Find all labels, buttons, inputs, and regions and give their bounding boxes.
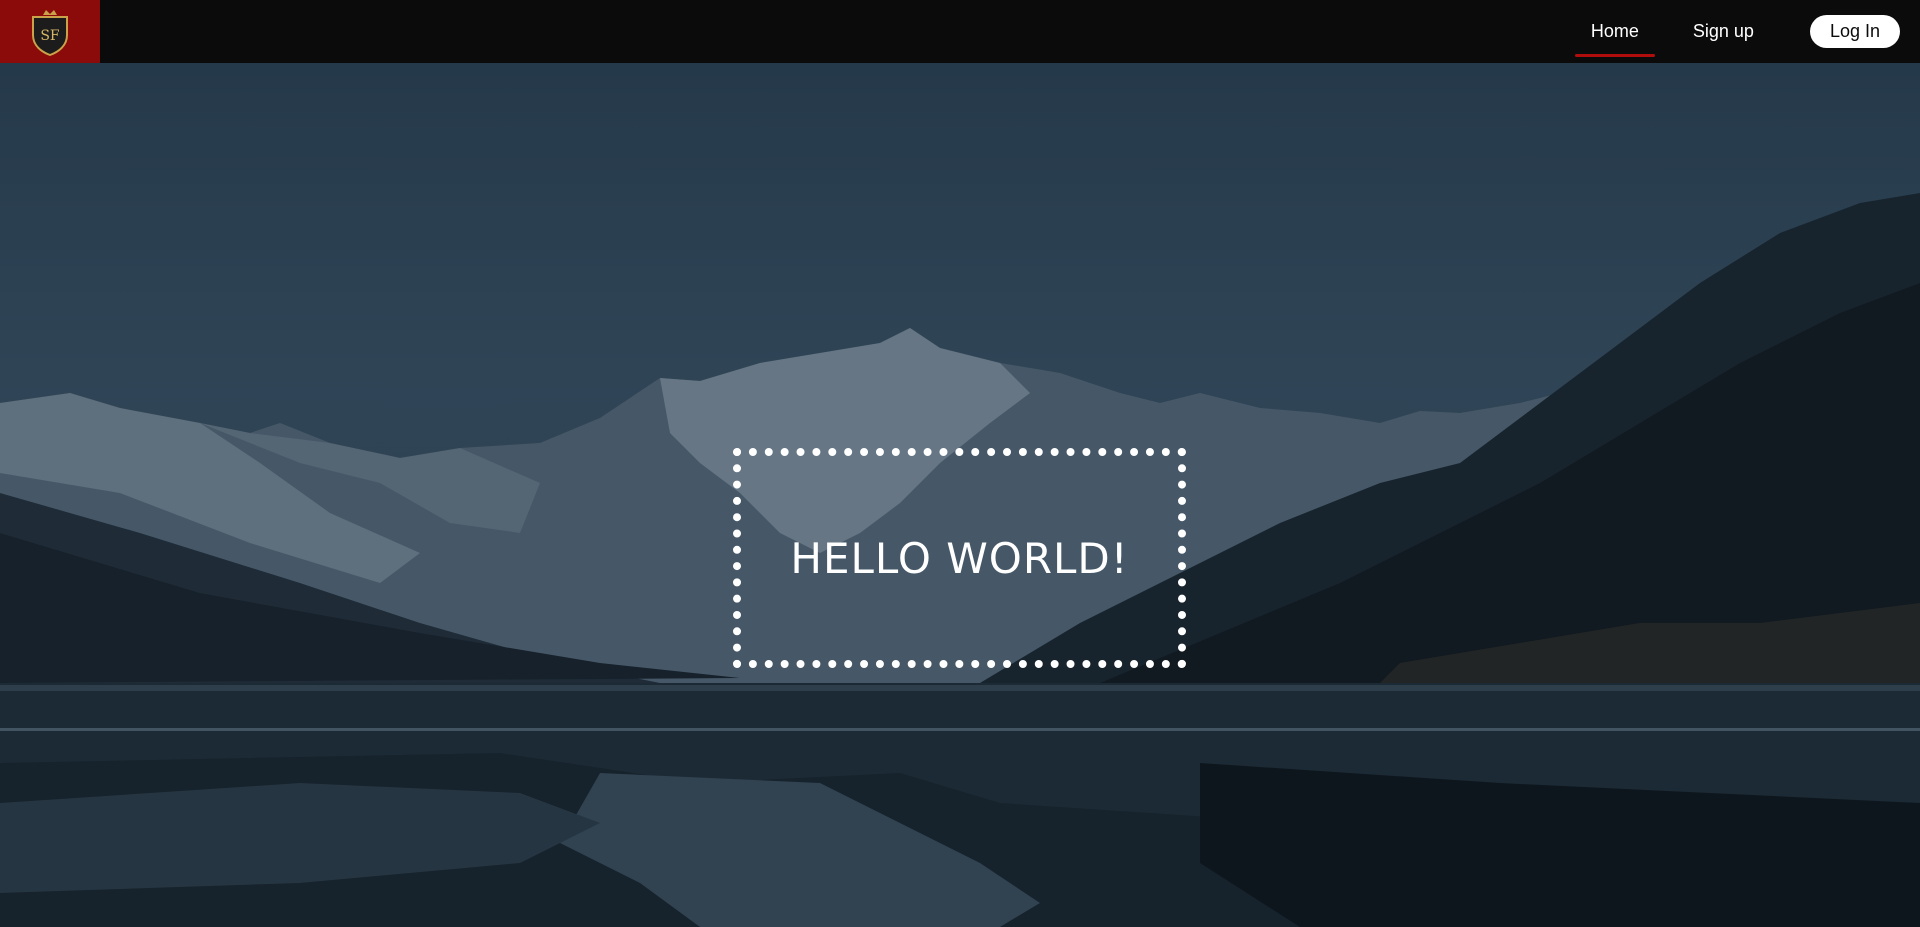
top-navigation-bar: SF Home Sign up Log In xyxy=(0,0,1920,63)
login-button[interactable]: Log In xyxy=(1809,15,1900,48)
hero-headline: HELLO WORLD! xyxy=(790,533,1129,583)
nav-sign-up[interactable]: Sign up xyxy=(1677,0,1770,63)
logo-text: SF xyxy=(40,28,60,44)
headline-frame: HELLO WORLD! xyxy=(733,448,1186,668)
hero-section: HELLO WORLD! xyxy=(0,63,1920,927)
main-nav: Home Sign up Log In xyxy=(1553,0,1900,63)
nav-home[interactable]: Home xyxy=(1574,0,1655,63)
brand-logo[interactable]: SF xyxy=(0,0,100,63)
crest-shield-icon: SF xyxy=(32,9,68,56)
